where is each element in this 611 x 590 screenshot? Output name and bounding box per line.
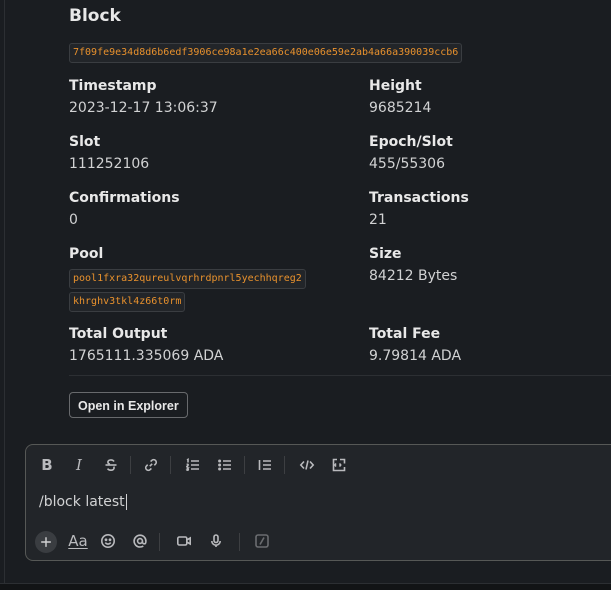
epoch-slot-value: 455/55306 xyxy=(369,156,445,172)
size-label: Size xyxy=(369,246,402,262)
pool-id-line1: pool1fxra32qureulvqrhrdpnrl5yechhqreg2 xyxy=(69,269,306,289)
bold-glyph: B xyxy=(41,456,53,474)
epoch-slot-label: Epoch/Slot xyxy=(369,134,453,150)
transactions-value: 21 xyxy=(369,212,387,228)
slot-label: Slot xyxy=(69,134,101,150)
left-divider xyxy=(4,0,5,584)
total-fee-value: 9.79814 ADA xyxy=(369,348,462,364)
text-caret xyxy=(125,494,127,510)
confirmations-label: Confirmations xyxy=(69,190,180,206)
bottom-border xyxy=(0,583,611,590)
blockquote-icon[interactable] xyxy=(255,455,275,475)
toolbar-separator xyxy=(239,533,240,551)
code-block-icon[interactable] xyxy=(329,455,349,475)
formatting-glyph: Aa xyxy=(68,532,88,550)
timestamp-label: Timestamp xyxy=(69,78,157,94)
open-in-explorer-button[interactable]: Open in Explorer xyxy=(69,392,188,418)
plus-icon xyxy=(41,537,51,547)
confirmations-value: 0 xyxy=(69,212,78,228)
video-icon[interactable] xyxy=(174,531,194,551)
link-icon[interactable] xyxy=(141,455,161,475)
toolbar-separator xyxy=(130,456,131,474)
bulleted-list-icon[interactable] xyxy=(215,455,235,475)
pool-id-line2: khrghv3tkl4z66t0rm xyxy=(69,292,186,312)
height-value: 9685214 xyxy=(369,100,432,116)
toolbar-separator xyxy=(244,456,245,474)
total-output-value: 1765111.335069 ADA xyxy=(69,348,224,364)
formatting-toggle-icon[interactable]: Aa xyxy=(66,531,90,551)
toolbar-separator xyxy=(284,456,285,474)
pool-label: Pool xyxy=(69,246,104,262)
microphone-icon[interactable] xyxy=(206,531,226,551)
emoji-icon[interactable] xyxy=(98,531,118,551)
size-value: 84212 Bytes xyxy=(369,268,458,284)
bold-icon[interactable]: B xyxy=(37,455,57,475)
block-title: Block xyxy=(69,6,121,26)
total-output-label: Total Output xyxy=(69,326,168,342)
toolbar-separator xyxy=(159,533,160,551)
strikethrough-icon[interactable] xyxy=(101,455,121,475)
ordered-list-icon[interactable] xyxy=(183,455,203,475)
mention-icon[interactable] xyxy=(130,531,150,551)
slot-value: 111252106 xyxy=(69,156,150,172)
total-fee-label: Total Fee xyxy=(369,326,441,342)
code-icon[interactable] xyxy=(297,455,317,475)
block-hash: 7f09fe9e34d8d6b6edf3906ce98a1e2ea66c400e… xyxy=(69,43,463,63)
message-input[interactable]: /block latest xyxy=(39,494,127,510)
section-divider xyxy=(69,375,611,376)
message-composer: B I /block latest Aa xyxy=(25,444,611,561)
transactions-label: Transactions xyxy=(369,190,469,206)
message-text: /block latest xyxy=(39,494,125,510)
height-label: Height xyxy=(369,78,422,94)
slash-command-icon[interactable] xyxy=(252,531,272,551)
toolbar-separator xyxy=(170,456,171,474)
timestamp-value: 2023-12-17 13:06:37 xyxy=(69,100,218,116)
italic-icon[interactable]: I xyxy=(69,455,89,475)
italic-glyph: I xyxy=(76,456,82,474)
add-attachment-button[interactable] xyxy=(35,531,57,553)
